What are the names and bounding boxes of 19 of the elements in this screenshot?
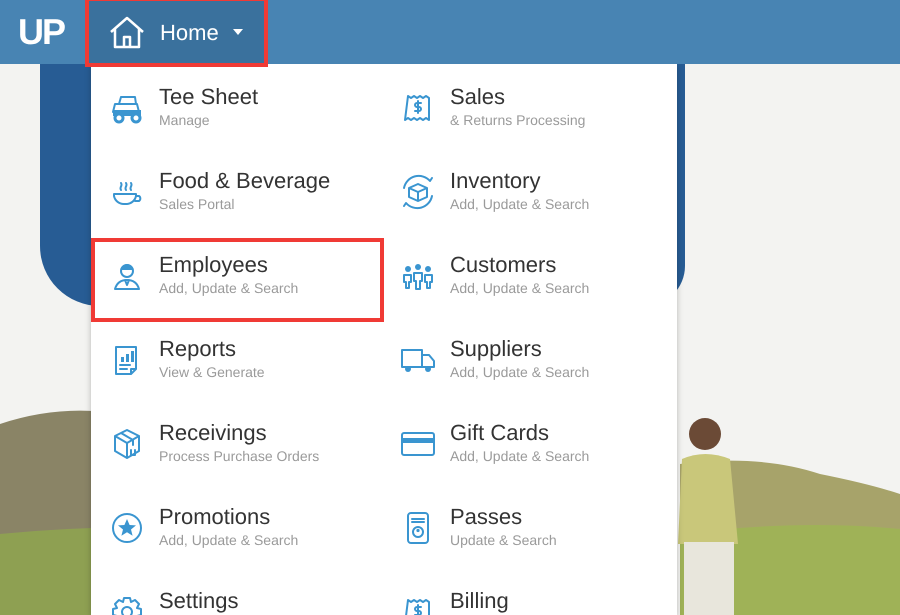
menu-item[interactable]: Employees Add, Update & Search bbox=[91, 238, 384, 322]
caret-icon bbox=[232, 29, 243, 35]
menu-item[interactable]: Receivings Process Purchase Orders bbox=[91, 406, 384, 490]
menu-item[interactable]: Tee Sheet Manage bbox=[91, 70, 384, 154]
logo[interactable]: UP bbox=[18, 12, 80, 52]
menu-item[interactable]: Food & Beverage Sales Portal bbox=[91, 154, 384, 238]
menu-item[interactable]: Suppliers Add, Update & Search bbox=[384, 322, 677, 406]
box-arrows-icon bbox=[400, 174, 436, 210]
menu-item[interactable]: Promotions Add, Update & Search bbox=[91, 490, 384, 574]
menu-item[interactable]: Customers Add, Update & Search bbox=[384, 238, 677, 322]
home-menu-button[interactable]: Home bbox=[88, 0, 265, 64]
menu-item[interactable]: Settings bbox=[91, 574, 384, 615]
menu-item[interactable]: Passes Update & Search bbox=[384, 490, 677, 574]
menu-item[interactable]: Billing bbox=[384, 574, 677, 615]
menu-item[interactable]: Reports View & Generate bbox=[91, 322, 384, 406]
house-icon bbox=[108, 15, 146, 49]
menu-item[interactable]: Sales & Returns Processing bbox=[384, 70, 677, 154]
menu-item[interactable]: Gift Cards Add, Update & Search bbox=[384, 406, 677, 490]
menu-item[interactable]: Inventory Add, Update & Search bbox=[384, 154, 677, 238]
